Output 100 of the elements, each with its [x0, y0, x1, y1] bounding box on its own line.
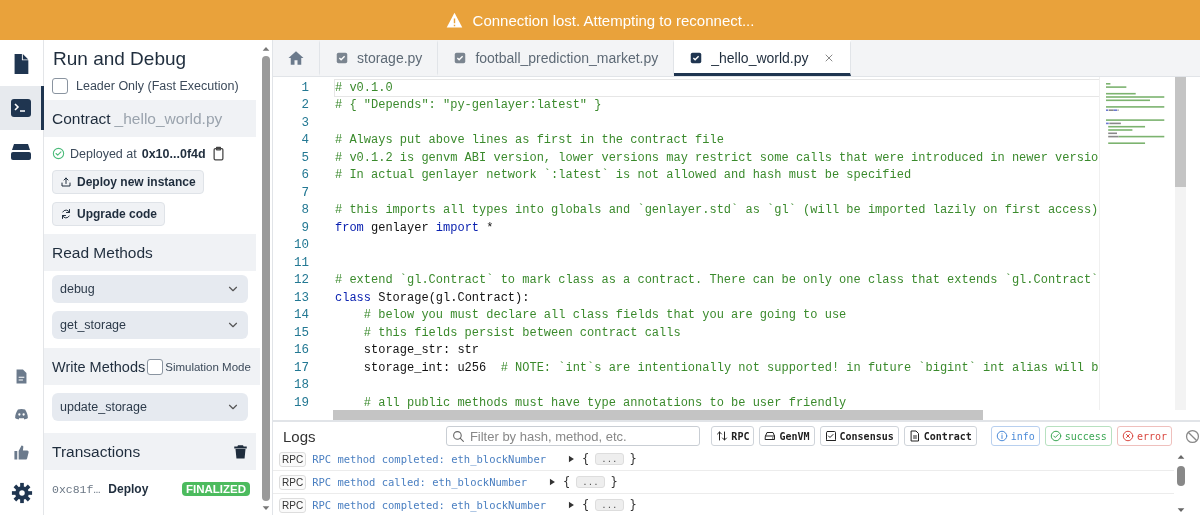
checkbox-label: Simulation Mode	[165, 360, 251, 373]
clipboard-icon[interactable]	[210, 146, 226, 161]
checkbox[interactable]	[147, 358, 164, 375]
scroll-down-icon[interactable]	[261, 503, 271, 513]
brace: {	[563, 475, 571, 489]
code-line: storage_str: str	[362, 343, 480, 358]
section-title: Contract	[52, 109, 111, 128]
action-button[interactable]: Deploy new instance	[52, 170, 204, 194]
filter-button[interactable]: info	[990, 426, 1040, 446]
code-line: # all public methods must have type annotations to be user friendly	[362, 395, 847, 410]
code-line: # v0.1.2 is genvm ABI version, lower versions may restrict some calls that were introduced in newer versio	[335, 150, 1099, 165]
line-number: 11	[293, 255, 309, 270]
panel-title: Run and Debug	[53, 48, 188, 70]
warning-icon	[445, 11, 463, 29]
line-number: 13	[293, 290, 309, 305]
action-button[interactable]: Upgrade code	[52, 202, 165, 226]
scroll-up-icon[interactable]	[1176, 452, 1186, 462]
code-line: class Storage(gl.Contract):	[335, 290, 530, 305]
vertical-scrollbar[interactable]	[1175, 77, 1186, 410]
check-circle-icon	[52, 147, 65, 160]
deployed-label: Deployed at	[70, 146, 137, 161]
refresh-icon	[60, 208, 72, 220]
line-number: 18	[293, 378, 309, 393]
line-number: 9	[300, 220, 309, 235]
check-circle-icon	[1049, 430, 1062, 442]
drive-icon	[764, 430, 777, 442]
file-tab[interactable]: _hello_world.py	[674, 40, 851, 76]
line-number: 5	[300, 150, 309, 165]
code-line: # below you must declare all class fields that you are going to use	[362, 308, 847, 323]
line-number: 7	[300, 185, 309, 200]
brace: }	[629, 498, 637, 512]
checkbox-label: Leader Only (Fast Execution)	[76, 79, 239, 93]
home-icon	[287, 49, 305, 67]
code-line: storage_int: u256 # NOTE: `int`s are intentionally not supported! in future `bigint` int alias will b	[362, 360, 1099, 375]
line-number: 1	[300, 80, 309, 95]
checked-file-icon	[453, 51, 468, 65]
trash-icon[interactable]	[233, 444, 248, 459]
filter-button[interactable]: GenVM	[759, 426, 815, 446]
brace: }	[610, 475, 618, 489]
transaction-hash: 0xc81f…	[52, 482, 101, 496]
method-dropdown[interactable]: debug	[52, 275, 248, 303]
line-number: 15	[293, 325, 309, 340]
source-tag: RPC	[279, 474, 307, 490]
log-message: RPC method completed: eth_blockNumber	[312, 453, 547, 465]
info-icon	[995, 430, 1008, 442]
collapsed-payload[interactable]: ...	[595, 499, 624, 511]
log-message: RPC method completed: eth_blockNumber	[312, 499, 547, 511]
log-message: RPC method called: eth_blockNumber	[312, 476, 528, 488]
horizontal-scrollbar[interactable]	[333, 410, 983, 420]
file-tab[interactable]: storage.py	[320, 40, 439, 76]
clear-icon[interactable]	[1185, 428, 1200, 444]
brace: {	[582, 498, 590, 512]
brace: {	[582, 452, 590, 466]
transaction-type: Deploy	[108, 482, 149, 496]
brace: }	[629, 452, 637, 466]
filter-field[interactable]: Filter by hash, method, etc.	[445, 426, 701, 446]
line-number: 12	[293, 273, 309, 288]
settings-icon[interactable]	[10, 482, 33, 504]
activity-tab[interactable]	[0, 86, 44, 130]
source-tag: RPC	[279, 497, 307, 513]
code-line: # v0.1.0	[335, 80, 393, 95]
thumbs-up-icon[interactable]	[13, 443, 30, 461]
line-number: 6	[300, 168, 309, 183]
line-number: 10	[293, 238, 309, 253]
filter-button[interactable]: Contract	[903, 426, 977, 446]
code-line: from genlayer import *	[335, 220, 494, 235]
document-icon	[908, 430, 921, 442]
scroll-down-icon[interactable]	[1176, 505, 1186, 515]
method-dropdown[interactable]: update_storage	[52, 393, 248, 421]
panel-title: Logs	[283, 427, 317, 445]
code-line: # { "Depends": "py-genlayer:latest" }	[335, 98, 602, 113]
search-icon	[451, 429, 465, 443]
code-line: # extend `gl.Contract` to mark class as a contract. There can be only one class that extends `gl.Contract`	[335, 273, 1099, 288]
scrollbar-thumb[interactable]	[1175, 77, 1186, 187]
filter-button[interactable]: Consensus	[819, 426, 899, 446]
collapsed-payload[interactable]: ...	[595, 453, 624, 465]
code-line: # In actual genlayer network `:latest` is not allowed and hash must be specified	[335, 168, 912, 183]
upload-icon	[60, 176, 72, 188]
line-number: 8	[300, 203, 309, 218]
filter-button[interactable]: error	[1116, 426, 1172, 446]
scrollbar-thumb[interactable]	[1177, 466, 1185, 486]
code-line: # this fields persist between contract calls	[362, 325, 681, 340]
line-number: 2	[300, 98, 309, 113]
checked-box-icon	[824, 430, 837, 442]
contract-file-name: _hello_world.py	[114, 109, 223, 128]
scroll-up-icon[interactable]	[261, 44, 271, 54]
filter-button[interactable]: RPC	[711, 426, 755, 446]
checked-file-icon	[689, 51, 704, 65]
line-number: 14	[293, 308, 309, 323]
section-title: Transactions	[52, 442, 141, 461]
scrollbar-thumb[interactable]	[262, 56, 270, 501]
section-title: Write Methods	[52, 358, 146, 375]
method-dropdown[interactable]: get_storage	[52, 311, 248, 339]
line-number: 19	[293, 395, 309, 410]
source-tag: RPC	[279, 451, 307, 467]
collapsed-payload[interactable]: ...	[576, 476, 605, 488]
checked-file-icon	[335, 51, 349, 65]
checkbox[interactable]	[52, 78, 68, 94]
status-badge: FINALIZED	[181, 482, 250, 496]
sort-arrows-icon	[716, 430, 729, 442]
